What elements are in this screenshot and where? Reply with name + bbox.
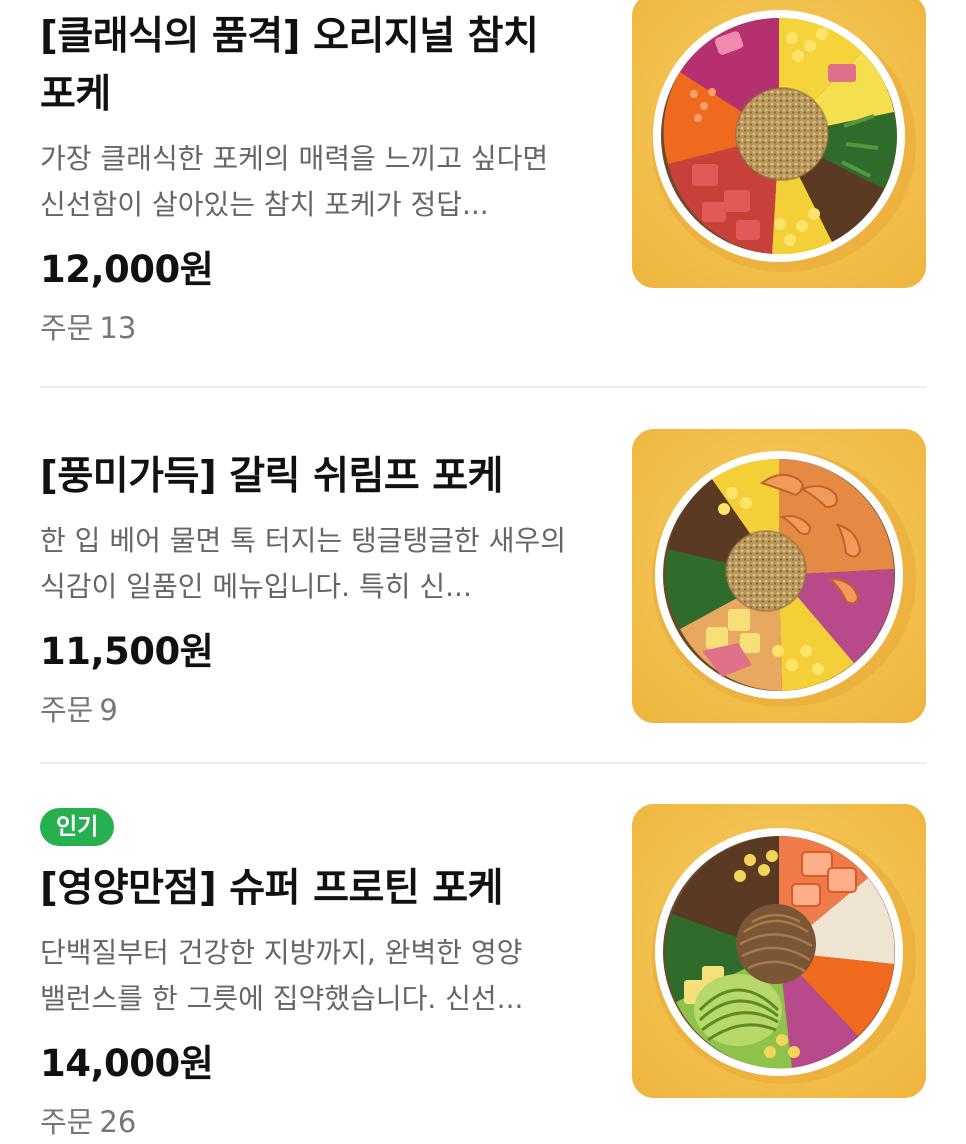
tuna-poke-bowl-photo[interactable]: [632, 0, 926, 288]
order-count: 주문 13: [40, 306, 600, 350]
menu-list: [클래식의 품격] 오리지널 참치 포케 가장 클래식한 포케의 매력을 느끼고…: [0, 0, 966, 1139]
order-count-value: 9: [99, 693, 118, 727]
order-count-value: 13: [99, 311, 137, 345]
menu-item-title: [풍미가득] 갈릭 쉬림프 포케: [40, 454, 504, 499]
order-count-label: 주문: [40, 693, 94, 727]
shrimp-poke-bowl-photo[interactable]: [632, 429, 926, 723]
menu-item-text: [클래식의 품격] 오리지널 참치 포케 가장 클래식한 포케의 매력을 느끼고…: [40, 0, 600, 350]
menu-item-title: [영양만점] 슈퍼 프로틴 포케: [40, 866, 504, 911]
menu-item-super-protein-poke[interactable]: 인기 [영양만점] 슈퍼 프로틴 포케 단백질부터 건강한 지방까지, 완벽한 …: [0, 764, 966, 1139]
order-count: 주문 26: [40, 1100, 600, 1144]
order-count-label: 주문: [40, 311, 94, 345]
menu-item-text: [풍미가득] 갈릭 쉬림프 포케 한 입 베어 물면 톡 터지는 탱글탱글한 새…: [40, 448, 600, 732]
menu-item-price: 11,500원: [40, 630, 214, 673]
order-count-value: 26: [99, 1105, 137, 1139]
menu-item-tuna-poke[interactable]: [클래식의 품격] 오리지널 참치 포케 가장 클래식한 포케의 매력을 느끼고…: [0, 0, 966, 388]
menu-item-garlic-shrimp-poke[interactable]: [풍미가득] 갈릭 쉬림프 포케 한 입 베어 물면 톡 터지는 탱글탱글한 새…: [0, 388, 966, 764]
menu-item-price: 12,000원: [40, 248, 214, 291]
order-count-label: 주문: [40, 1105, 94, 1139]
menu-item-description: 단백질부터 건강한 지방까지, 완벽한 영양 밸런스를 한 그릇에 집약했습니다…: [40, 936, 524, 1015]
menu-item-description: 가장 클래식한 포케의 매력을 느끼고 싶다면 신선함이 살아있는 참치 포케가…: [40, 142, 549, 221]
menu-item-price: 14,000원: [40, 1042, 214, 1085]
popular-badge: 인기: [40, 808, 115, 846]
menu-item-description: 한 입 베어 물면 톡 터지는 탱글탱글한 새우의 식감이 일품인 메뉴입니다.…: [40, 524, 566, 603]
order-count: 주문 9: [40, 688, 600, 732]
menu-item-text: 인기 [영양만점] 슈퍼 프로틴 포케 단백질부터 건강한 지방까지, 완벽한 …: [40, 808, 600, 1144]
menu-item-title: [클래식의 품격] 오리지널 참치 포케: [40, 14, 539, 117]
protein-poke-bowl-photo[interactable]: [632, 804, 926, 1098]
